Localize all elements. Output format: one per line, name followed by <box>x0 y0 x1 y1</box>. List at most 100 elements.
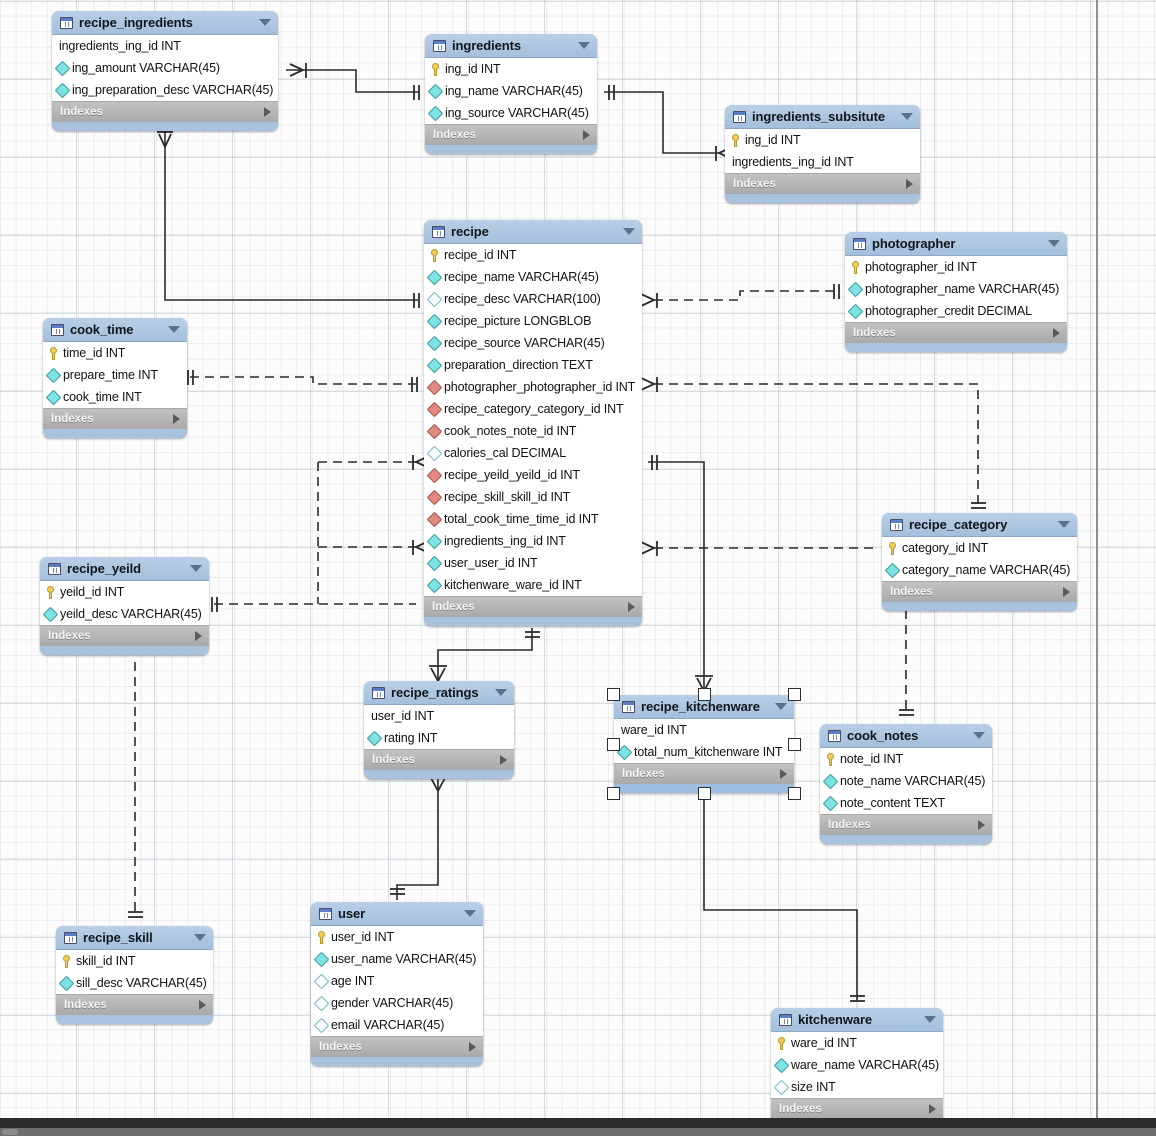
resize-handle-n[interactable] <box>697 688 711 701</box>
table-column[interactable]: ing_amount VARCHAR(45) <box>52 57 278 79</box>
indexes-section-recipe_category[interactable]: Indexes <box>882 582 1077 602</box>
indexes-section-recipe_kitchenware[interactable]: Indexes <box>614 764 794 784</box>
table-column[interactable]: photographer_photographer_id INT <box>424 376 642 398</box>
horizontal-scrollbar-thumb[interactable] <box>2 1129 18 1135</box>
table-column[interactable]: photographer_name VARCHAR(45) <box>845 278 1067 300</box>
table-column[interactable]: ingredients_ing_id INT <box>52 35 278 57</box>
chevron-down-icon[interactable] <box>901 113 913 120</box>
expand-right-icon[interactable] <box>199 1000 206 1010</box>
table-column[interactable]: yeild_desc VARCHAR(45) <box>40 603 209 625</box>
table-node-cook_time[interactable]: cook_time time_id INT prepare_time INT cook… <box>43 318 187 438</box>
table-column[interactable]: user_id INT <box>364 705 514 727</box>
table-column[interactable]: cook_notes_note_id INT <box>424 420 642 442</box>
expand-right-icon[interactable] <box>264 107 271 117</box>
table-column[interactable]: ingredients_ing_id INT <box>424 530 642 552</box>
table-node-recipe_ratings[interactable]: recipe_ratings user_id INT rating INT Index… <box>364 681 514 779</box>
table-column[interactable]: recipe_skill_skill_id INT <box>424 486 642 508</box>
table-column[interactable]: ing_id INT <box>725 129 920 151</box>
table-column[interactable]: age INT <box>311 970 483 992</box>
expand-right-icon[interactable] <box>1063 587 1070 597</box>
chevron-down-icon[interactable] <box>578 42 590 49</box>
expand-right-icon[interactable] <box>583 130 590 140</box>
expand-right-icon[interactable] <box>929 1104 936 1114</box>
table-column[interactable]: time_id INT <box>43 342 187 364</box>
table-column[interactable]: ing_name VARCHAR(45) <box>425 80 597 102</box>
expand-right-icon[interactable] <box>469 1042 476 1052</box>
expand-right-icon[interactable] <box>500 755 507 765</box>
chevron-down-icon[interactable] <box>464 910 476 917</box>
resize-handle-ne[interactable] <box>788 688 801 701</box>
table-column[interactable]: photographer_id INT <box>845 256 1067 278</box>
table-column[interactable]: sill_desc VARCHAR(45) <box>56 972 213 994</box>
expand-right-icon[interactable] <box>195 631 202 641</box>
table-column[interactable]: user_name VARCHAR(45) <box>311 948 483 970</box>
table-column[interactable]: photographer_credit DECIMAL <box>845 300 1067 322</box>
indexes-section-photographer[interactable]: Indexes <box>845 323 1067 343</box>
table-column[interactable]: note_id INT <box>820 748 992 770</box>
table-column[interactable]: yeild_id INT <box>40 581 209 603</box>
table-column[interactable]: ware_name VARCHAR(45) <box>771 1054 943 1076</box>
table-node-ingredients_subsitute[interactable]: ingredients_subsitute ing_id INT ingredien… <box>725 105 920 203</box>
table-node-photographer[interactable]: photographer photographer_id INT photograp… <box>845 232 1067 352</box>
table-column[interactable]: email VARCHAR(45) <box>311 1014 483 1036</box>
chevron-down-icon[interactable] <box>190 565 202 572</box>
expand-right-icon[interactable] <box>978 820 985 830</box>
chevron-down-icon[interactable] <box>973 732 985 739</box>
er-diagram-canvas[interactable]: recipe_ingredients ingredients_ing_id INT… <box>0 0 1156 1118</box>
table-column[interactable]: note_content TEXT <box>820 792 992 814</box>
table-header-recipe_ratings[interactable]: recipe_ratings <box>364 681 514 705</box>
table-column[interactable]: recipe_source VARCHAR(45) <box>424 332 642 354</box>
resize-handle-w[interactable] <box>607 737 620 751</box>
table-column[interactable]: total_cook_time_time_id INT <box>424 508 642 530</box>
table-column[interactable]: recipe_yeild_yeild_id INT <box>424 464 642 486</box>
chevron-down-icon[interactable] <box>1048 240 1060 247</box>
expand-right-icon[interactable] <box>628 602 635 612</box>
table-column[interactable]: preparation_direction TEXT <box>424 354 642 376</box>
indexes-section-kitchenware[interactable]: Indexes <box>771 1099 943 1118</box>
table-column[interactable]: user_id INT <box>311 926 483 948</box>
table-header-recipe_skill[interactable]: recipe_skill <box>56 926 213 950</box>
table-column[interactable]: calories_cal DECIMAL <box>424 442 642 464</box>
table-column[interactable]: skill_id INT <box>56 950 213 972</box>
table-node-kitchenware[interactable]: kitchenware ware_id INT ware_name VARCHAR(… <box>771 1008 943 1118</box>
indexes-section-cook_time[interactable]: Indexes <box>43 409 187 429</box>
table-node-user[interactable]: user user_id INT user_name VARCHAR(45) age … <box>311 902 483 1066</box>
table-header-recipe_yeild[interactable]: recipe_yeild <box>40 557 209 581</box>
table-header-ingredients_subsitute[interactable]: ingredients_subsitute <box>725 105 920 129</box>
table-column[interactable]: ingredients_ing_id INT <box>725 151 920 173</box>
table-node-cook_notes[interactable]: cook_notes note_id INT note_name VARCHAR(4… <box>820 724 992 844</box>
resize-handle-sw[interactable] <box>607 787 620 800</box>
table-header-photographer[interactable]: photographer <box>845 232 1067 256</box>
table-header-kitchenware[interactable]: kitchenware <box>771 1008 943 1032</box>
table-header-user[interactable]: user <box>311 902 483 926</box>
table-header-cook_time[interactable]: cook_time <box>43 318 187 342</box>
indexes-section-recipe_skill[interactable]: Indexes <box>56 995 213 1015</box>
table-column[interactable]: user_user_id INT <box>424 552 642 574</box>
resize-handle-s[interactable] <box>697 787 711 800</box>
table-column[interactable]: recipe_name VARCHAR(45) <box>424 266 642 288</box>
indexes-section-cook_notes[interactable]: Indexes <box>820 815 992 835</box>
horizontal-scrollbar[interactable] <box>0 1128 1156 1136</box>
chevron-down-icon[interactable] <box>194 934 206 941</box>
table-column[interactable]: size INT <box>771 1076 943 1098</box>
table-header-recipe[interactable]: recipe <box>424 220 642 244</box>
indexes-section-user[interactable]: Indexes <box>311 1037 483 1057</box>
indexes-section-recipe_yeild[interactable]: Indexes <box>40 626 209 646</box>
table-node-recipe_kitchenware[interactable]: recipe_kitchenware ware_id INT total_num_k… <box>614 695 794 793</box>
chevron-down-icon[interactable] <box>924 1016 936 1023</box>
chevron-down-icon[interactable] <box>775 703 787 710</box>
table-node-recipe_skill[interactable]: recipe_skill skill_id INT sill_desc VARCHA… <box>56 926 213 1024</box>
table-header-cook_notes[interactable]: cook_notes <box>820 724 992 748</box>
table-node-recipe_ingredients[interactable]: recipe_ingredients ingredients_ing_id INT… <box>52 11 278 131</box>
table-node-ingredients[interactable]: ingredients ing_id INT ing_name VARCHAR(45… <box>425 34 597 154</box>
chevron-down-icon[interactable] <box>495 689 507 696</box>
resize-handle-e[interactable] <box>788 737 801 751</box>
table-node-recipe_yeild[interactable]: recipe_yeild yeild_id INT yeild_desc VARCH… <box>40 557 209 655</box>
table-column[interactable]: recipe_id INT <box>424 244 642 266</box>
indexes-section-recipe_ingredients[interactable]: Indexes <box>52 102 278 122</box>
table-header-recipe_category[interactable]: recipe_category <box>882 513 1077 537</box>
table-column[interactable]: kitchenware_ware_id INT <box>424 574 642 596</box>
table-column[interactable]: rating INT <box>364 727 514 749</box>
table-column[interactable]: gender VARCHAR(45) <box>311 992 483 1014</box>
expand-right-icon[interactable] <box>906 179 913 189</box>
